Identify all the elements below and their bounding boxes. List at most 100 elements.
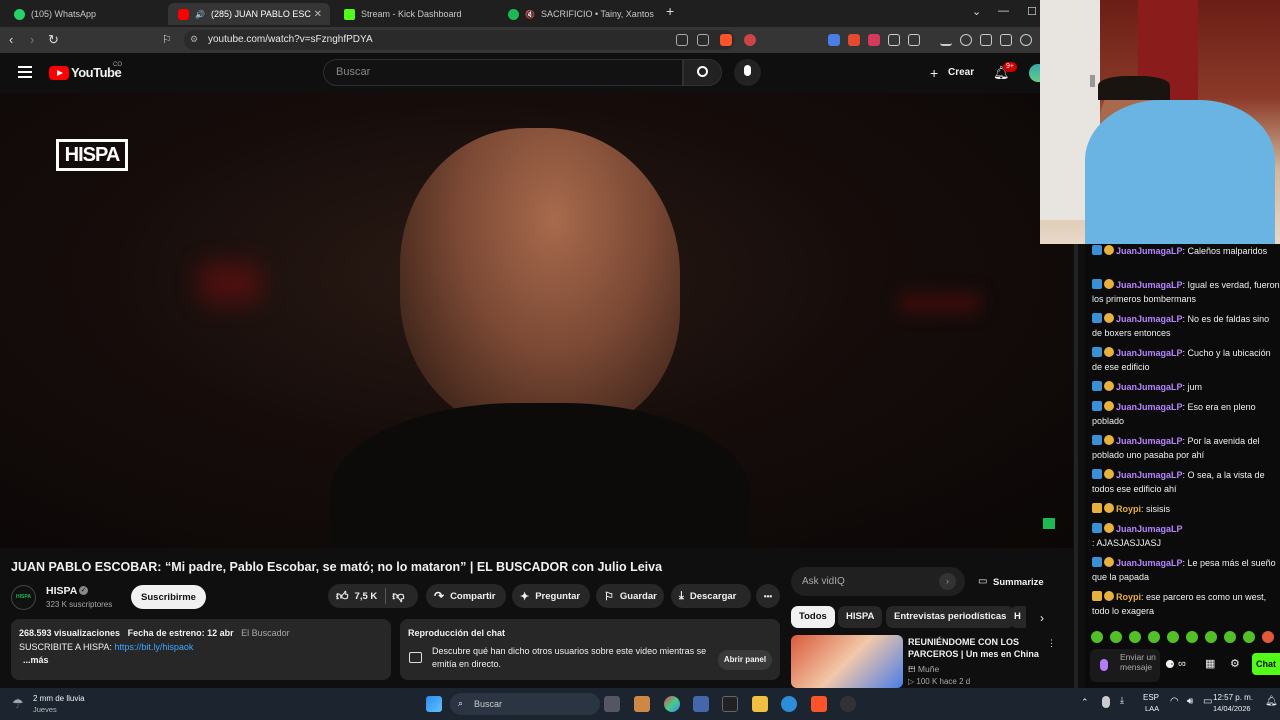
emote-icon[interactable]: [1205, 631, 1217, 643]
emote-icon[interactable]: [1243, 631, 1255, 643]
share-button[interactable]: ↷ Compartir: [426, 584, 506, 608]
app-icon[interactable]: [634, 696, 650, 712]
thumbs-up-icon[interactable]: 👍︎: [336, 589, 349, 604]
microphone-icon[interactable]: [1102, 696, 1110, 708]
avatar[interactable]: [1029, 64, 1040, 82]
extension-icon[interactable]: [848, 34, 860, 46]
wifi-icon[interactable]: ◠: [1170, 696, 1179, 707]
emote-icon[interactable]: [1091, 631, 1103, 643]
share-icon[interactable]: [697, 34, 709, 46]
chat-username[interactable]: JuanJumagaLP: [1116, 524, 1183, 534]
bookmark-icon[interactable]: ⚐: [162, 33, 172, 46]
recommended-channel[interactable]: El Muñe: [908, 664, 939, 674]
search-input[interactable]: Buscar: [323, 59, 683, 86]
chevron-up-icon[interactable]: ⌃: [1081, 697, 1089, 708]
wallet-icon[interactable]: [1000, 34, 1012, 46]
vidiq-icon[interactable]: [1043, 518, 1055, 529]
chevron-right-icon[interactable]: ›: [1040, 611, 1044, 625]
menu-icon[interactable]: [18, 66, 32, 68]
channel-avatar[interactable]: HISPA: [11, 585, 36, 610]
download-icon[interactable]: ⤓: [1120, 695, 1124, 706]
download-icon[interactable]: [940, 34, 952, 46]
screenshot-icon[interactable]: [908, 34, 920, 46]
chat-username[interactable]: JuanJumagaLP: [1116, 470, 1183, 480]
channel-name[interactable]: HISPA: [46, 585, 77, 597]
brave-icon[interactable]: [811, 696, 827, 712]
notifications-icon[interactable]: 🔔︎: [1265, 696, 1278, 707]
download-button[interactable]: ⤓ Descargar: [671, 584, 751, 608]
chat-send-button[interactable]: Chat: [1252, 653, 1280, 675]
chip-hispa[interactable]: HISPA: [838, 606, 883, 628]
settings-gear-icon[interactable]: ⚙: [1230, 657, 1240, 670]
battery-icon[interactable]: ▭: [1203, 696, 1212, 707]
emote-icon[interactable]: [1262, 631, 1274, 643]
obs-icon[interactable]: [840, 696, 856, 712]
video-player[interactable]: HISPA: [0, 93, 1073, 548]
subscribe-button[interactable]: Suscribirme: [131, 585, 206, 609]
create-button[interactable]: Crear: [948, 67, 974, 78]
store-icon[interactable]: ▦: [1205, 657, 1215, 670]
emote-icon[interactable]: [1129, 631, 1141, 643]
vidiq-ask-input[interactable]: Ask vidIQ ›: [791, 567, 965, 596]
new-tab-button[interactable]: +: [666, 3, 674, 19]
hashtag[interactable]: El Buscador: [241, 628, 290, 638]
microphone-icon[interactable]: [1100, 659, 1108, 671]
tab-whatsapp[interactable]: (105) WhatsApp: [4, 3, 164, 25]
show-more-link[interactable]: ...más: [23, 655, 49, 665]
brave-rewards-icon[interactable]: [744, 34, 756, 46]
windows-start-icon[interactable]: [426, 696, 442, 712]
chat-username[interactable]: JuanJumagaLP: [1116, 348, 1183, 358]
emote-icon[interactable]: [1186, 631, 1198, 643]
file-explorer-icon[interactable]: [752, 696, 768, 712]
cast-icon[interactable]: [676, 34, 688, 46]
translate-icon[interactable]: [828, 34, 840, 46]
puzzle-icon[interactable]: [888, 34, 900, 46]
chat-username[interactable]: JuanJumagaLP: [1116, 280, 1183, 290]
infinity-icon[interactable]: ∞: [1178, 658, 1186, 670]
emote-icon[interactable]: [1110, 631, 1122, 643]
tab-spotify[interactable]: 🔇 SACRIFICIO • Tainy, Xantos: [498, 3, 660, 25]
close-tab-icon[interactable]: ✕: [314, 9, 322, 20]
emote-icon[interactable]: [1148, 631, 1160, 643]
address-field[interactable]: ⚙ youtube.com/watch?v=sFznghfPDYA: [184, 30, 734, 50]
leo-icon[interactable]: [1020, 34, 1032, 46]
emote-icon[interactable]: [1167, 631, 1179, 643]
ask-button[interactable]: ✦ Preguntar: [512, 584, 590, 608]
language-code[interactable]: ESP: [1143, 693, 1159, 702]
like-count[interactable]: 7,5 K: [355, 591, 378, 602]
chip-entrevistas[interactable]: Entrevistas periodísticas: [886, 606, 1015, 628]
brave-shield-icon[interactable]: [720, 34, 732, 46]
chip-partial[interactable]: H: [1010, 606, 1026, 628]
copilot-icon[interactable]: [664, 696, 680, 712]
tab-kick[interactable]: Stream - Kick Dashboard: [334, 3, 496, 25]
weather-text[interactable]: 2 mm de lluvia: [33, 694, 85, 703]
open-panel-button[interactable]: Abrir panel: [718, 650, 772, 670]
chat-message-input[interactable]: Enviar un mensaje: [1090, 649, 1160, 682]
forward-icon[interactable]: ›: [30, 32, 34, 47]
clock-time[interactable]: 12:57 p. m.: [1213, 693, 1253, 702]
chat-username[interactable]: JuanJumagaLP: [1116, 314, 1183, 324]
extension-icon[interactable]: [868, 34, 880, 46]
save-button[interactable]: ⚐ Guardar: [596, 584, 664, 608]
search-button[interactable]: [683, 59, 722, 86]
reload-icon[interactable]: ↻: [48, 32, 59, 48]
chat-username[interactable]: JuanJumagaLP: [1116, 436, 1183, 446]
chat-username[interactable]: Roypi: [1116, 504, 1141, 514]
back-icon[interactable]: ‹: [9, 32, 13, 47]
youtube-logo-icon[interactable]: [49, 66, 69, 80]
tab-youtube[interactable]: 🔊 (285) JUAN PABLO ESCOBAR ✕: [168, 3, 330, 25]
terminal-icon[interactable]: [722, 696, 738, 712]
sidebar-icon[interactable]: [980, 34, 992, 46]
chat-username[interactable]: JuanJumagaLP: [1116, 382, 1183, 392]
music-icon[interactable]: [960, 34, 972, 46]
chat-username[interactable]: Roypi: [1116, 592, 1141, 602]
minimize-icon[interactable]: —: [998, 5, 1009, 17]
chat-scrollbar[interactable]: [1074, 244, 1078, 688]
edge-icon[interactable]: [781, 696, 797, 712]
description-box[interactable]: 268.593 visualizaciones Fecha de estreno…: [11, 619, 391, 680]
more-actions-button[interactable]: •••: [756, 584, 780, 608]
chat-username[interactable]: JuanJumagaLP: [1116, 246, 1183, 256]
task-view-icon[interactable]: [604, 696, 620, 712]
app-icon[interactable]: [693, 696, 709, 712]
chat-username[interactable]: JuanJumagaLP: [1116, 558, 1183, 568]
